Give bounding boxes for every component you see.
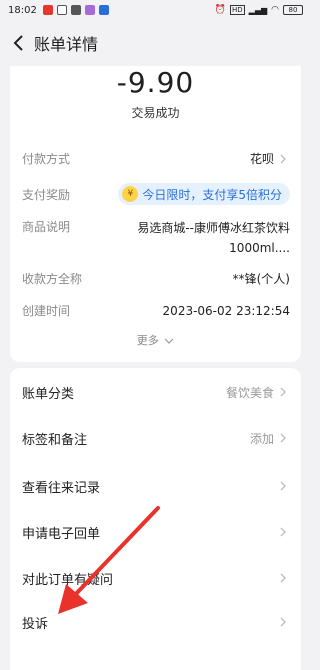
menu-item-value: 添加 xyxy=(249,431,274,446)
menu-item-e-receipt[interactable]: 申请电子回单 xyxy=(22,510,290,554)
coin-icon: ¥ xyxy=(122,186,139,202)
chevron-right-icon xyxy=(280,433,290,443)
reward-badge[interactable]: ¥ 今日限时，支付享5倍积分 xyxy=(118,183,290,205)
browser-icon xyxy=(98,5,109,15)
payee-value: **锋(个人) xyxy=(232,272,290,286)
reward-text: 今日限时，支付享5倍积分 xyxy=(142,187,282,202)
chevron-right-icon xyxy=(280,527,290,537)
product-description-line2: 1000ml.... xyxy=(229,241,290,255)
transaction-amount: -9.90 xyxy=(116,66,195,99)
bill-summary-card: -9.90 交易成功 付款方式 花呗 支付奖励 ¥ 今日限时，支付享5倍积分 商… xyxy=(10,66,301,362)
payment-method-row[interactable]: 付款方式 花呗 xyxy=(22,150,290,167)
chevron-right-icon xyxy=(280,573,290,583)
menu-item-value: 餐饮美食 xyxy=(225,385,274,400)
status-bar: 18:02 ⏰ HD ▂▄▆ ◠ 80 xyxy=(0,0,311,20)
app-icon xyxy=(84,5,95,15)
message-icon xyxy=(56,5,67,15)
product-description-row: 商品说明 易选商城--康师傅冰红茶饮料 1000ml.... xyxy=(22,218,290,258)
wifi-icon: ◠ xyxy=(271,5,279,15)
created-time-value: 2023-06-02 23:12:54 xyxy=(162,303,290,318)
status-notification-icons xyxy=(42,5,109,15)
chevron-right-icon xyxy=(280,154,290,164)
battery-icon: 80 xyxy=(283,5,303,15)
menu-item-label: 标签和备注 xyxy=(22,432,88,448)
battery-level: 80 xyxy=(288,6,298,14)
menu-item-label: 对此订单有疑问 xyxy=(22,572,114,588)
payee-label: 收款方全称 xyxy=(22,272,83,286)
more-label: 更多 xyxy=(136,334,159,347)
menu-item-label: 查看往来记录 xyxy=(22,480,101,496)
menu-item-label: 投诉 xyxy=(22,616,49,632)
menu-item-order-question[interactable]: 对此订单有疑问 xyxy=(22,556,290,600)
chevron-right-icon xyxy=(280,617,290,627)
payment-method-label: 付款方式 xyxy=(22,152,71,166)
transaction-status: 交易成功 xyxy=(131,106,180,120)
status-system-icons: ⏰ HD ▂▄▆ ◠ 80 xyxy=(215,5,303,15)
product-description-label: 商品说明 xyxy=(22,220,71,234)
chat-icon xyxy=(70,5,81,15)
status-time: 18:02 xyxy=(8,4,37,16)
menu-item-complaint[interactable]: 投诉 xyxy=(22,600,290,644)
chevron-right-icon xyxy=(280,481,290,491)
alarm-icon: ⏰ xyxy=(214,5,227,15)
bill-actions-card: 账单分类 餐饮美食 标签和备注 添加 查看往来记录 申请电子回单 对此订单有疑问… xyxy=(10,368,301,670)
chevron-right-icon xyxy=(280,387,290,397)
app-notification-icon xyxy=(42,5,53,15)
payment-method-value: 花呗 xyxy=(249,152,274,166)
menu-item-label: 账单分类 xyxy=(22,386,75,402)
menu-item-tags-notes[interactable]: 标签和备注 添加 xyxy=(22,416,290,460)
more-toggle[interactable]: 更多 xyxy=(10,332,301,348)
created-time-label: 创建时间 xyxy=(22,304,71,318)
menu-item-transaction-history[interactable]: 查看往来记录 xyxy=(22,464,290,508)
chevron-down-icon xyxy=(164,338,174,344)
product-description-line1: 易选商城--康师傅冰红茶饮料 xyxy=(137,221,290,235)
page-title: 账单详情 xyxy=(34,35,99,54)
payment-reward-row[interactable]: 支付奖励 ¥ 今日限时，支付享5倍积分 xyxy=(22,182,290,206)
payee-row: 收款方全称 **锋(个人) xyxy=(22,270,290,287)
menu-item-bill-category[interactable]: 账单分类 餐饮美食 xyxy=(22,370,290,414)
menu-item-label: 申请电子回单 xyxy=(22,526,101,542)
nav-bar: 账单详情 xyxy=(0,22,311,64)
back-arrow-icon[interactable] xyxy=(8,33,28,53)
product-description-value: 易选商城--康师傅冰红茶饮料 1000ml.... xyxy=(115,218,290,258)
created-time-row: 创建时间 2023-06-02 23:12:54 xyxy=(22,302,290,319)
hd-icon: HD xyxy=(230,5,245,15)
signal-icon: ▂▄▆ xyxy=(248,5,268,15)
payment-reward-label: 支付奖励 xyxy=(22,187,71,202)
